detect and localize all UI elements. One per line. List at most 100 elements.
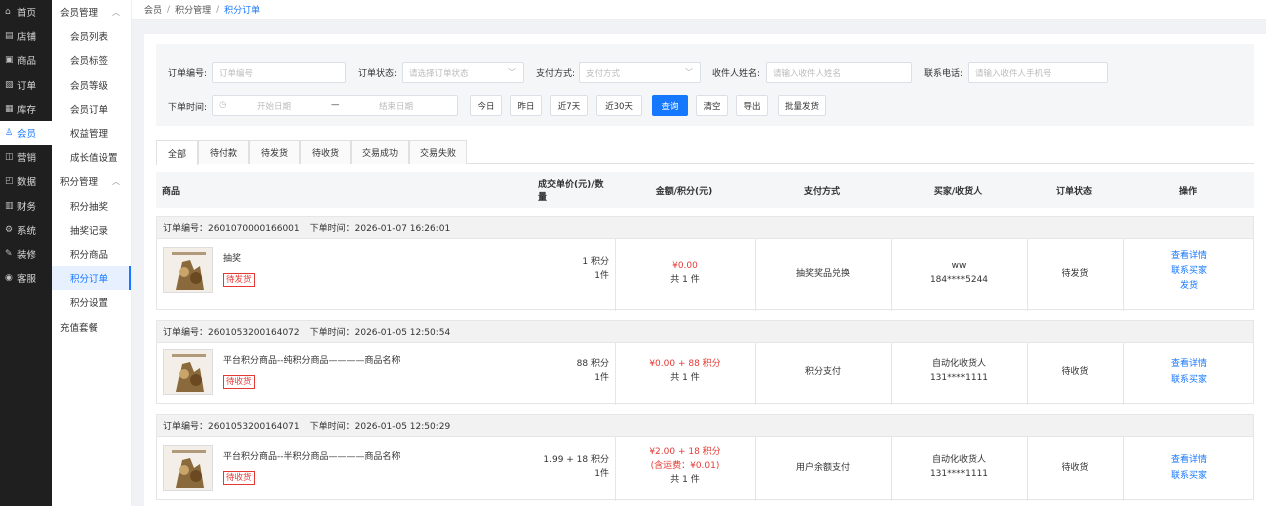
nav-finance[interactable]: ▥ 财务 — [0, 194, 52, 218]
end-date[interactable]: 结束日期 — [379, 100, 413, 112]
clock-icon: ◷ — [219, 100, 227, 110]
view-detail-link[interactable]: 查看详情 — [1123, 452, 1255, 468]
yesterday-button[interactable]: 昨日 — [510, 95, 542, 116]
range-dash: — — [331, 100, 340, 110]
tab-pending-payment[interactable]: 待付款 — [198, 140, 249, 164]
nav2-points-manage[interactable]: 积分管理 ︿ — [52, 169, 131, 193]
query-button[interactable]: 查询 — [652, 95, 688, 116]
order-no-input[interactable]: 订单编号 — [212, 62, 346, 83]
product-image-icon — [164, 446, 212, 490]
chevron-up-icon: ︿ — [112, 7, 120, 17]
nav2-member-list[interactable]: 会员列表 — [52, 24, 131, 48]
nav-label: 财务 — [17, 201, 37, 213]
pay-select[interactable]: 支付方式 ﹀ — [579, 62, 701, 83]
receiver-input[interactable]: 请输入收件人姓名 — [766, 62, 912, 83]
nav2-points-order[interactable]: 积分订单 — [52, 266, 131, 291]
nav2-rights[interactable]: 权益管理 — [52, 121, 131, 145]
nav2-member-manage[interactable]: 会员管理 ︿ — [52, 0, 131, 24]
product-name[interactable]: 抽奖 — [223, 251, 241, 264]
date-range-picker[interactable]: ◷ 开始日期 — 结束日期 — [212, 95, 458, 116]
order-header: 订单编号：2601053200164071 下单时间：2026-01-05 12:… — [157, 415, 1253, 437]
breadcrumb-current: 积分订单 — [224, 6, 261, 16]
pay-label: 支付方式: — [536, 69, 576, 79]
tab-failed[interactable]: 交易失败 — [409, 140, 467, 164]
view-detail-link[interactable]: 查看详情 — [1123, 356, 1255, 372]
nav2-points-lottery[interactable]: 积分抽奖 — [52, 194, 131, 218]
ship-link[interactable]: 发货 — [1123, 279, 1255, 294]
nav-member[interactable]: ♙ 会员 — [0, 120, 52, 146]
product-name[interactable]: 平台积分商品--纯积分商品————商品名称 — [223, 353, 401, 366]
order-no: 订单编号：2601070000166001 — [163, 224, 300, 234]
nav-decorate[interactable]: ✎ 装修 — [0, 242, 52, 266]
item-count: 共 1 件 — [670, 275, 700, 285]
order-no: 订单编号：2601053200164072 — [163, 328, 300, 338]
system-icon: ⚙ — [5, 224, 14, 235]
batch-ship-button[interactable]: 批量发货 — [778, 95, 826, 116]
last-30-days-button[interactable]: 近30天 — [596, 95, 642, 116]
nav2-growth[interactable]: 成长值设置 — [52, 145, 131, 169]
nav-system[interactable]: ⚙ 系统 — [0, 218, 52, 242]
tab-pending-ship[interactable]: 待发货 — [249, 140, 300, 164]
nav-marketing[interactable]: ◫ 营销 — [0, 145, 52, 169]
nav-data[interactable]: ◰ 数据 — [0, 169, 52, 193]
item-count: 共 1 件 — [670, 475, 700, 485]
status-badge: 待发货 — [223, 273, 255, 287]
nav-label: 数据 — [17, 177, 37, 189]
nav-goods[interactable]: ▣ 商品 — [0, 48, 52, 72]
product-image-icon — [164, 350, 212, 394]
nav2-lottery-records[interactable]: 抽奖记录 — [52, 218, 131, 242]
start-date[interactable]: 开始日期 — [257, 100, 291, 112]
nav2-member-level[interactable]: 会员等级 — [52, 73, 131, 97]
tab-pending-receive[interactable]: 待收货 — [300, 140, 351, 164]
nav-store[interactable]: ▤ 店铺 — [0, 24, 52, 48]
order-amount: ¥2.00 + 18 积分 (含运费：¥0.01) 共 1 件 — [615, 445, 755, 487]
nav2-label: 会员管理 — [60, 8, 99, 20]
contact-buyer-link[interactable]: 联系买家 — [1123, 468, 1255, 484]
order-time: 下单时间：2026-01-07 16:26:01 — [309, 224, 451, 234]
product-thumbnail[interactable] — [163, 349, 213, 395]
nav-label: 会员 — [17, 129, 37, 141]
col-amount: 金额/积分(元) — [655, 186, 713, 197]
secondary-sidebar: 会员管理 ︿ 会员列表 会员标签 会员等级 会员订单 权益管理 成长值设置 积分管… — [52, 0, 132, 506]
nav2-member-order[interactable]: 会员订单 — [52, 97, 131, 121]
product-thumbnail[interactable] — [163, 445, 213, 491]
view-detail-link[interactable]: 查看详情 — [1123, 249, 1255, 264]
product-thumbnail[interactable] — [163, 247, 213, 293]
order-actions: 查看详情 联系买家 — [1123, 452, 1255, 484]
member-icon: ♙ — [5, 128, 14, 139]
breadcrumb-points[interactable]: 积分管理 — [175, 3, 211, 16]
contact-buyer-link[interactable]: 联系买家 — [1123, 372, 1255, 388]
nav2-recharge[interactable]: 充值套餐 — [52, 314, 131, 338]
nav-order[interactable]: ▧ 订单 — [0, 73, 52, 97]
nav2-points-settings[interactable]: 积分设置 — [52, 290, 131, 314]
tab-all[interactable]: 全部 — [156, 140, 198, 165]
order-amount: ¥0.00 共 1 件 — [615, 259, 755, 287]
chevron-down-icon: ﹀ — [685, 68, 693, 77]
nav-home[interactable]: ⌂ 首页 — [0, 0, 52, 24]
contact-buyer-link[interactable]: 联系买家 — [1123, 264, 1255, 279]
product-name[interactable]: 平台积分商品--半积分商品————商品名称 — [223, 449, 401, 462]
order-actions: 查看详情 联系买家 — [1123, 356, 1255, 388]
buyer-name: ww — [951, 261, 967, 271]
nav-stock[interactable]: ▦ 库存 — [0, 97, 52, 121]
order-status: 待收货 — [1061, 367, 1089, 377]
order-actions: 查看详情 联系买家 发货 — [1123, 249, 1255, 294]
phone-input[interactable]: 请输入收件人手机号 — [968, 62, 1108, 83]
tab-success[interactable]: 交易成功 — [351, 140, 409, 164]
breadcrumb-member[interactable]: 会员 — [144, 3, 162, 16]
nav-service[interactable]: ◉ 客服 — [0, 266, 52, 290]
nav2-label: 抽奖记录 — [70, 225, 109, 237]
export-button[interactable]: 导出 — [736, 95, 768, 116]
last-7-days-button[interactable]: 近7天 — [550, 95, 588, 116]
nav2-points-goods[interactable]: 积分商品 — [52, 242, 131, 266]
today-button[interactable]: 今日 — [470, 95, 502, 116]
marketing-icon: ◫ — [5, 152, 14, 163]
clear-button[interactable]: 清空 — [696, 95, 728, 116]
status-select[interactable]: 请选择订单状态 ﹀ — [402, 62, 524, 83]
nav2-member-tags[interactable]: 会员标签 — [52, 48, 131, 72]
nav2-label: 充值套餐 — [60, 322, 99, 334]
qty-value: 1件 — [594, 271, 609, 281]
order-card: 订单编号：2601053200164072 下单时间：2026-01-05 12:… — [156, 320, 1255, 405]
service-icon: ◉ — [5, 273, 13, 284]
store-icon: ▤ — [5, 31, 14, 42]
